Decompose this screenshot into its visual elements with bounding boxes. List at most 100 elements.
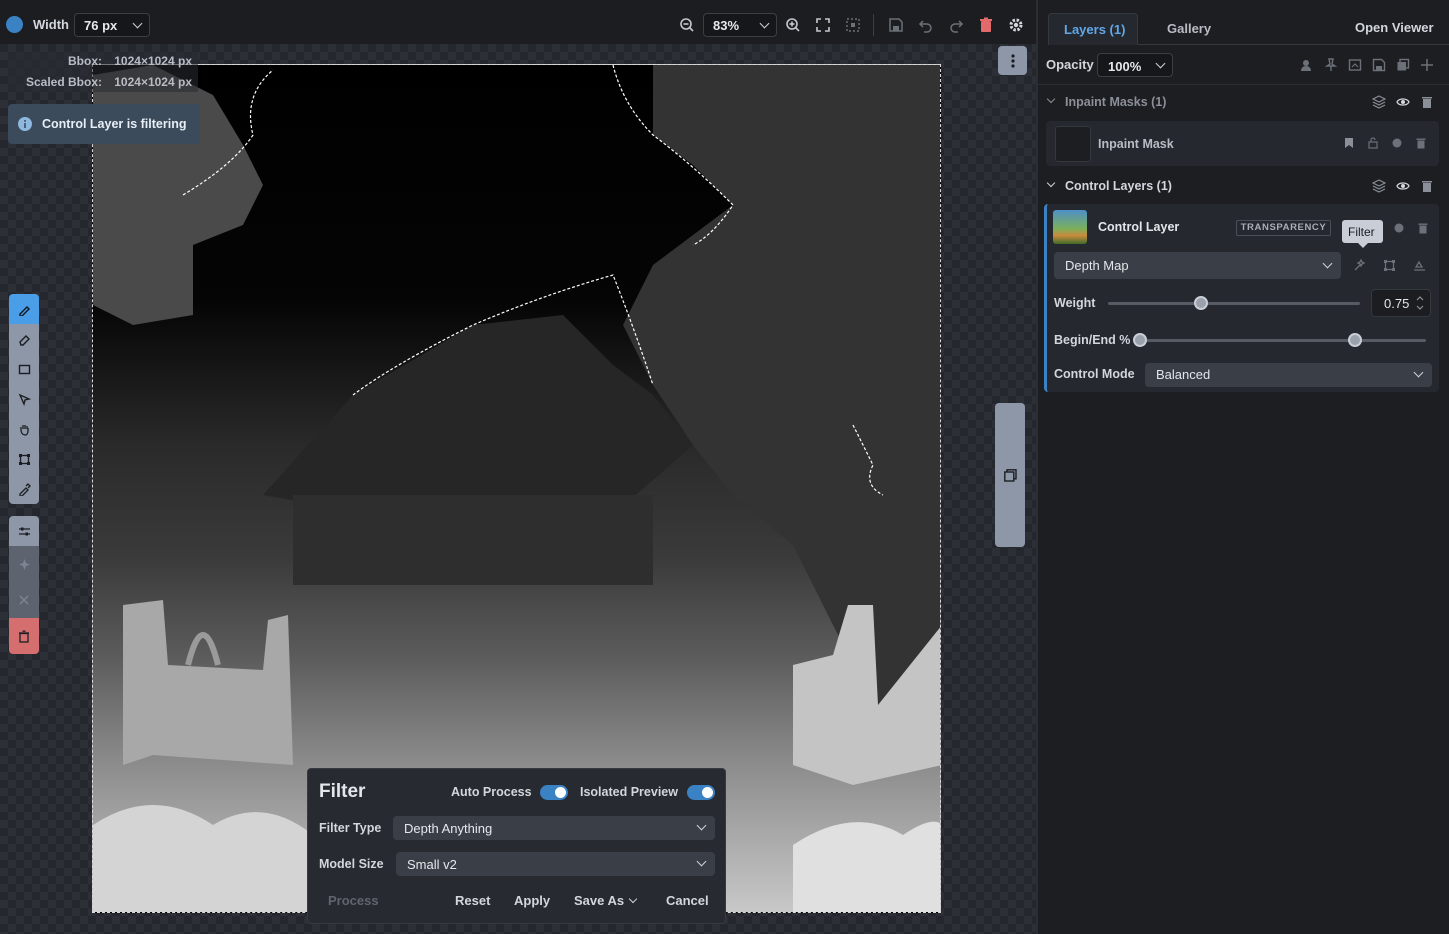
circle-icon[interactable]: [1393, 222, 1405, 234]
weight-input[interactable]: 0.75: [1371, 289, 1431, 317]
save-icon[interactable]: [888, 17, 904, 33]
weight-slider-track[interactable]: [1108, 302, 1360, 305]
control-mode-select[interactable]: Balanced: [1145, 363, 1432, 387]
move-tool[interactable]: [9, 384, 39, 414]
save-as-button[interactable]: Save As: [574, 893, 624, 908]
notice-text: Control Layer is filtering: [42, 117, 187, 131]
inpaint-mask-thumbnail: [1055, 126, 1091, 162]
inpaint-masks-header[interactable]: Inpaint Masks (1): [1038, 88, 1449, 116]
canvas-menu-button[interactable]: [998, 46, 1027, 75]
brush-color-swatch[interactable]: [6, 16, 23, 33]
copy-icon[interactable]: [1396, 58, 1410, 72]
eraser-tool[interactable]: [9, 324, 39, 354]
zoom-out-icon[interactable]: [679, 17, 695, 33]
bbox-tool[interactable]: [9, 444, 39, 474]
pan-tool[interactable]: [9, 414, 39, 444]
lock-icon[interactable]: [1367, 137, 1379, 149]
add-layer-person-icon[interactable]: [1300, 58, 1314, 72]
plus-icon[interactable]: [1420, 58, 1434, 72]
pin-icon[interactable]: [1324, 58, 1338, 72]
apply-button[interactable]: Apply: [514, 893, 550, 908]
trash-icon[interactable]: [1420, 95, 1434, 109]
bbox-icon[interactable]: [1383, 259, 1396, 272]
auto-process-label: Auto Process: [451, 785, 532, 799]
process-button[interactable]: Process: [328, 893, 379, 908]
stepper-icon[interactable]: [1416, 295, 1424, 311]
trash-icon[interactable]: [978, 17, 994, 33]
weight-slider-thumb[interactable]: [1194, 296, 1209, 310]
delete-layer-tool[interactable]: [9, 618, 39, 654]
isolated-preview-toggle[interactable]: [687, 785, 715, 800]
close-tool[interactable]: [9, 582, 39, 618]
filter-type-select[interactable]: Depth Anything: [393, 816, 715, 840]
chevron-down-icon: [1046, 94, 1056, 104]
frame-icon[interactable]: [1348, 58, 1362, 72]
section-divider: [1038, 84, 1449, 85]
layers-icon[interactable]: [1372, 95, 1386, 109]
control-layer-card[interactable]: Control Layer TRANSPARENCY Filter Depth …: [1044, 204, 1439, 392]
control-layers-header[interactable]: Control Layers (1): [1038, 172, 1449, 200]
magic-tool[interactable]: [9, 546, 39, 582]
trash-icon[interactable]: [1415, 137, 1427, 149]
brush-tool[interactable]: [9, 294, 39, 324]
right-panel: Layers (1) Gallery Open Viewer Opacity 1…: [1036, 0, 1449, 934]
divider: [873, 14, 874, 36]
auto-process-toggle[interactable]: [540, 785, 568, 800]
top-toolbar: Width 76 px 83%: [0, 0, 1036, 50]
begin-end-label: Begin/End %: [1054, 333, 1131, 347]
undo-icon[interactable]: [918, 17, 934, 33]
inpaint-mask-layer[interactable]: Inpaint Mask: [1046, 121, 1439, 166]
bookmark-icon[interactable]: [1343, 137, 1355, 149]
zoom-select[interactable]: 83%: [703, 13, 777, 37]
chevron-down-icon: [1046, 178, 1056, 188]
rectangle-icon: [18, 364, 30, 374]
tab-gallery[interactable]: Gallery: [1167, 21, 1211, 36]
chevron-down-icon: [696, 856, 707, 867]
rectangle-tool[interactable]: [9, 354, 39, 384]
info-icon: [18, 117, 32, 131]
gallery-toggle-handle[interactable]: [995, 403, 1025, 547]
redo-icon[interactable]: [948, 17, 964, 33]
layer-settings-tool[interactable]: [9, 516, 39, 546]
transparency-badge[interactable]: TRANSPARENCY: [1236, 220, 1331, 236]
model-size-label: Model Size: [319, 857, 384, 871]
control-model-select[interactable]: Depth Map: [1054, 252, 1341, 279]
brush-icon: [18, 305, 30, 316]
fit-bbox-icon[interactable]: [845, 17, 861, 33]
open-viewer-button[interactable]: Open Viewer: [1355, 20, 1434, 35]
chevron-down-icon: [1155, 58, 1166, 69]
cancel-button[interactable]: Cancel: [666, 893, 709, 908]
trash-icon[interactable]: [1420, 179, 1434, 193]
scaled-bbox-value: 1024×1024 px: [114, 75, 192, 89]
filter-wand-icon[interactable]: [1353, 259, 1366, 272]
control-layers-title: Control Layers (1): [1065, 179, 1172, 193]
begin-slider-thumb[interactable]: [1133, 333, 1147, 347]
eye-icon[interactable]: [1396, 95, 1410, 109]
tab-layers-label: Layers (1): [1064, 22, 1126, 37]
weight-label: Weight: [1054, 296, 1096, 310]
control-layer-name: Control Layer: [1098, 220, 1180, 234]
opacity-select[interactable]: 100%: [1097, 53, 1173, 77]
layers-icon[interactable]: [1372, 179, 1386, 193]
sparkle-icon: [18, 558, 30, 570]
model-size-select[interactable]: Small v2: [396, 852, 715, 876]
end-slider-thumb[interactable]: [1347, 333, 1362, 347]
convert-icon[interactable]: [1413, 259, 1426, 272]
color-picker-tool[interactable]: [9, 474, 39, 504]
save-icon[interactable]: [1372, 58, 1386, 72]
begin-end-slider-track[interactable]: [1140, 339, 1426, 342]
sliders-icon: [18, 527, 30, 535]
trash-icon[interactable]: [1417, 222, 1429, 234]
zoom-in-icon[interactable]: [785, 17, 801, 33]
tab-divider: [1138, 44, 1449, 45]
control-layer-thumbnail: [1053, 210, 1087, 244]
circle-icon[interactable]: [1391, 137, 1403, 149]
fit-to-screen-icon[interactable]: [815, 17, 831, 33]
width-select[interactable]: 76 px: [74, 13, 150, 37]
zoom-value: 83%: [713, 18, 740, 33]
tab-layers[interactable]: Layers (1): [1048, 13, 1138, 45]
reset-button[interactable]: Reset: [455, 893, 490, 908]
eyedropper-icon: [18, 482, 31, 496]
gear-icon[interactable]: [1008, 17, 1024, 33]
eye-icon[interactable]: [1396, 179, 1410, 193]
